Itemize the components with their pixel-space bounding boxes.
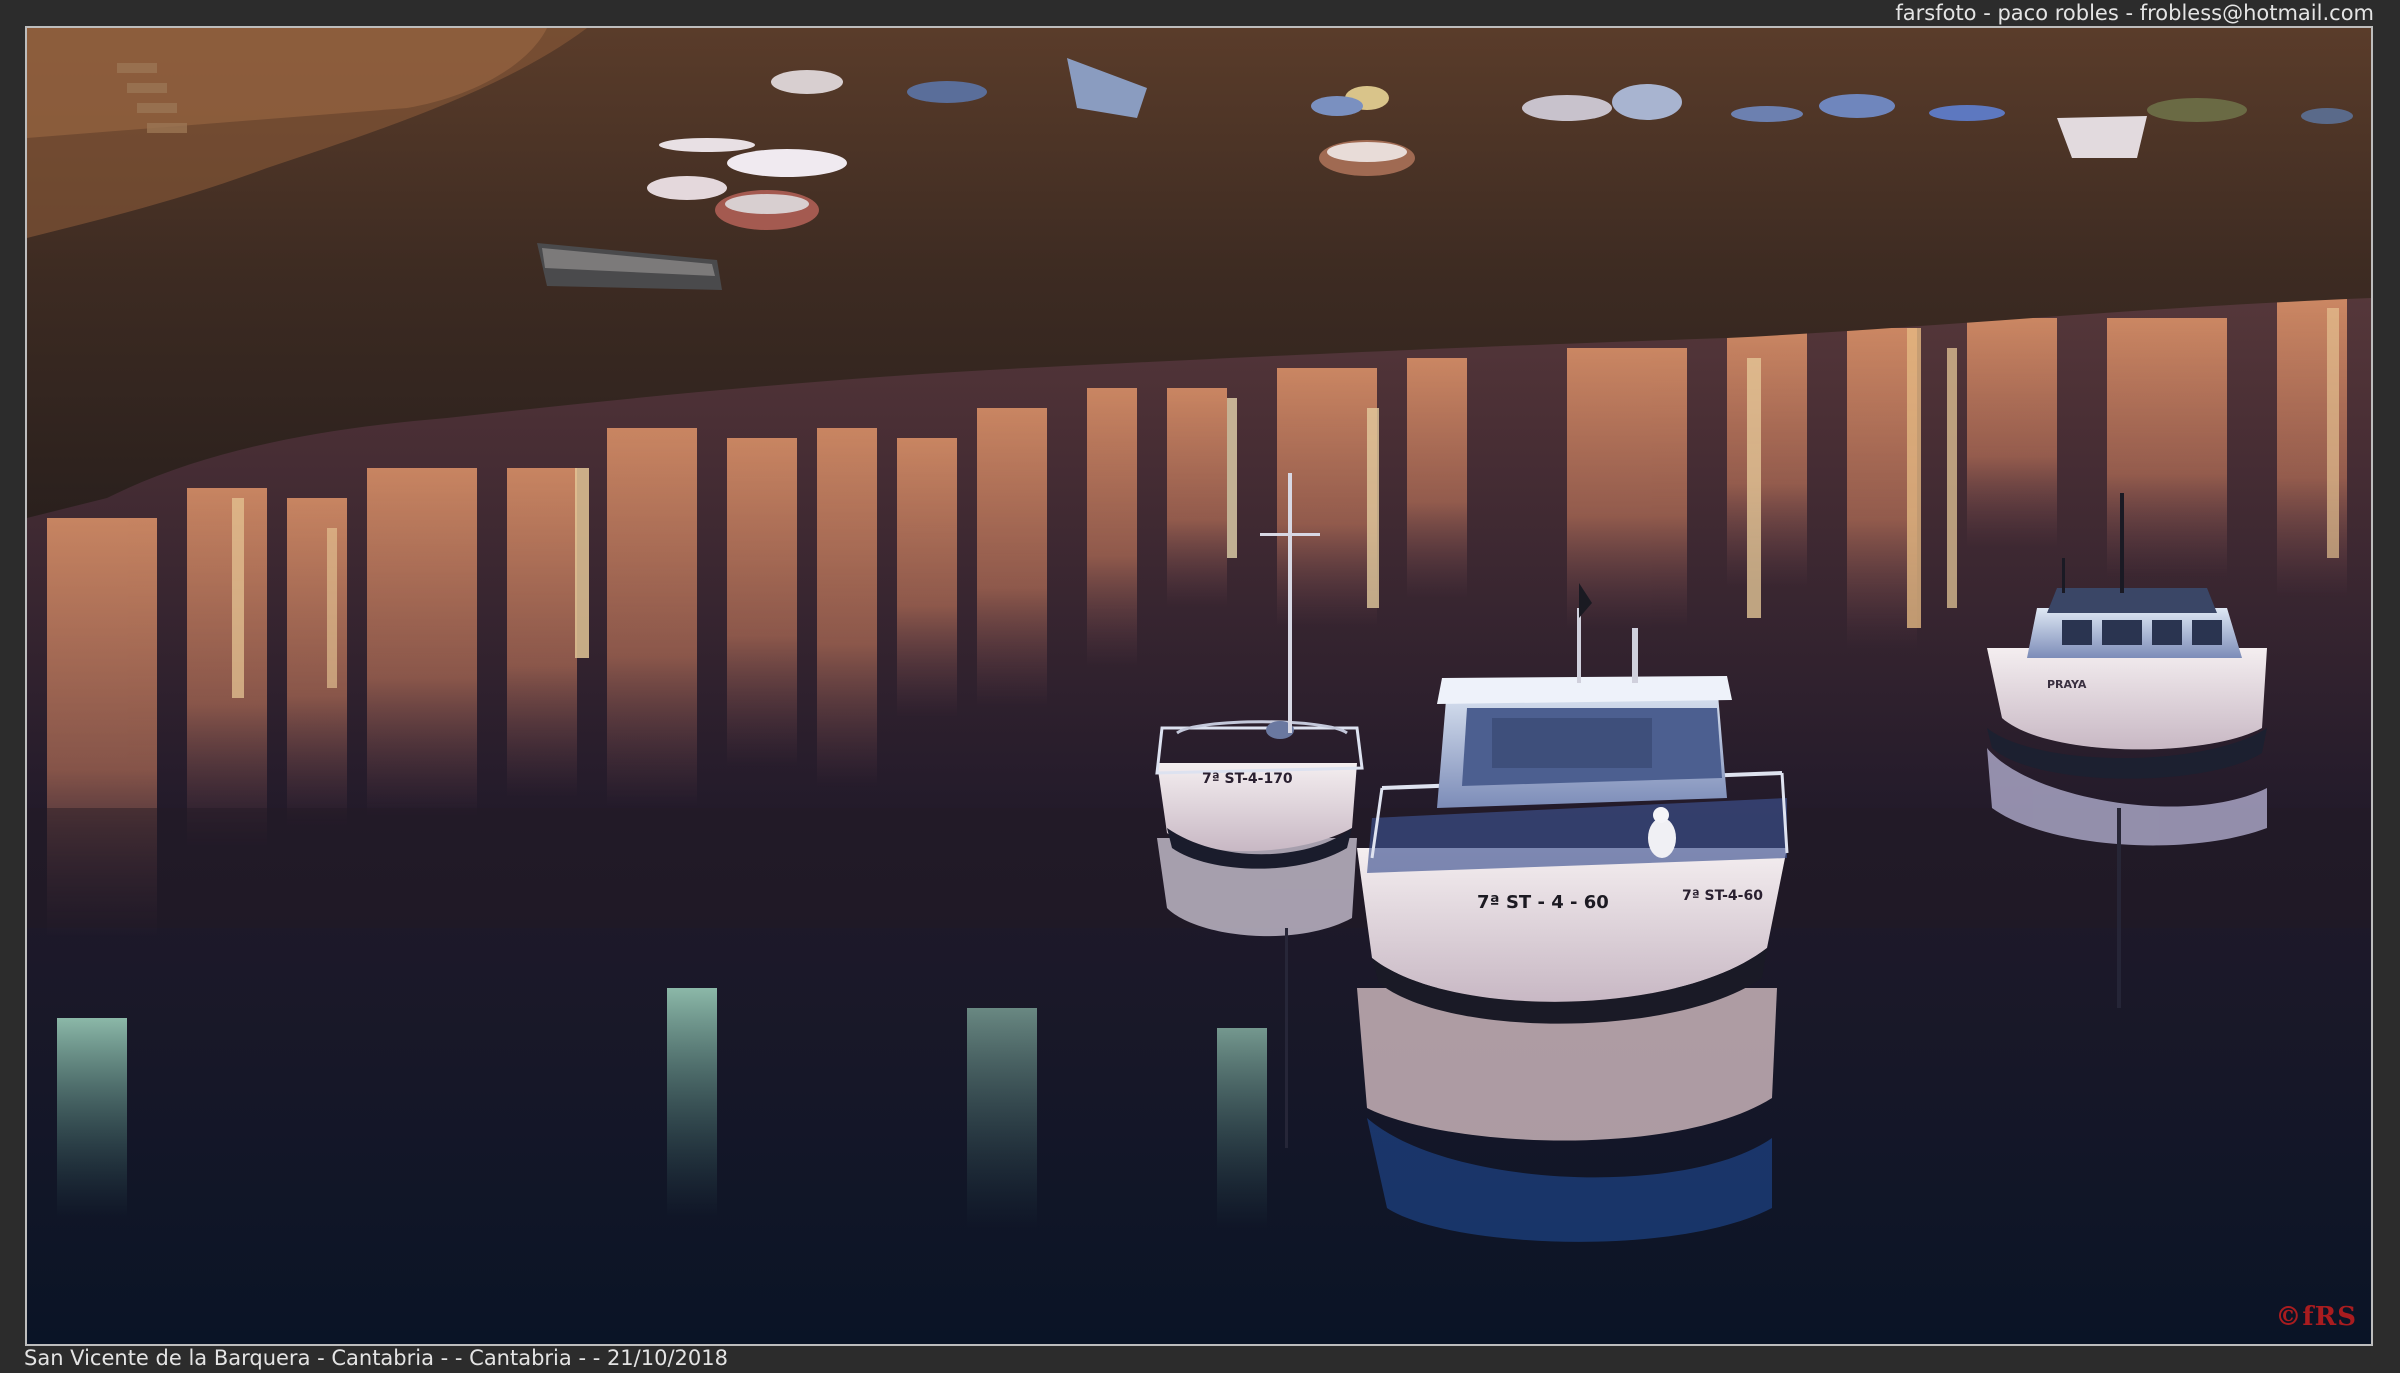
center-boat-side-registration: 7ª ST-4-60 bbox=[1682, 888, 1763, 904]
photo: 7ª ST-4-170 7ª ST - 4 - 60 7ª ST-4-60 PR… bbox=[25, 26, 2373, 1346]
center-boat-registration: 7ª ST - 4 - 60 bbox=[1477, 892, 1609, 913]
left-boat-registration: 7ª ST-4-170 bbox=[1202, 771, 1293, 787]
photo-caption: San Vicente de la Barquera - Cantabria -… bbox=[24, 1346, 728, 1370]
center-boat-reflection bbox=[1357, 988, 1777, 1242]
photographer-credit: farsfoto - paco robles - frobless@hotmai… bbox=[1895, 1, 2374, 25]
watermark-logo: ©fRS bbox=[2275, 1302, 2357, 1332]
harbor-night-scene: 7ª ST-4-170 7ª ST - 4 - 60 7ª ST-4-60 PR… bbox=[27, 28, 2371, 1344]
right-boat-name: PRAYA bbox=[2047, 678, 2087, 691]
